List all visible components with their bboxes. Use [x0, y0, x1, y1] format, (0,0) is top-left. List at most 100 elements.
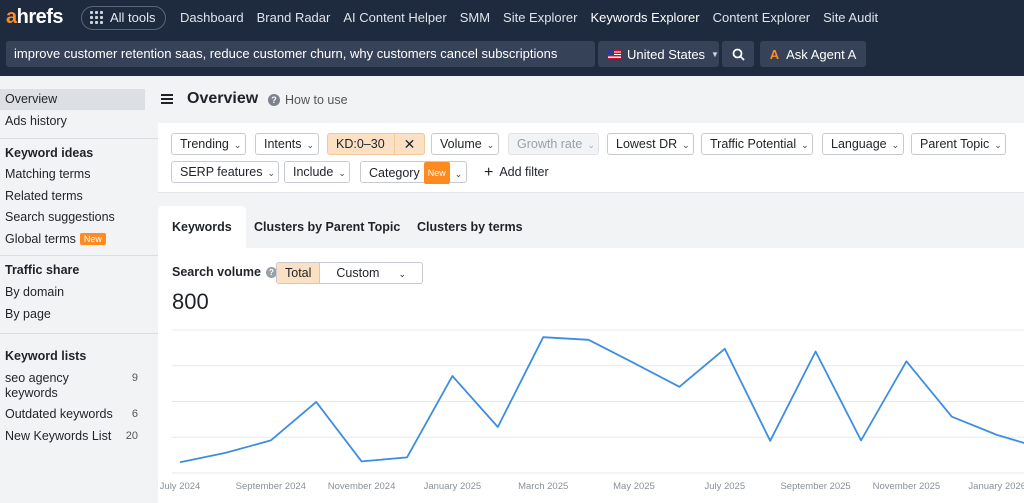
chevron-down-icon: ⌄	[233, 140, 242, 150]
filter-category[interactable]: Category New ⌄	[360, 161, 467, 184]
search-icon	[732, 48, 745, 61]
nav-item-keywords-explorer[interactable]: Keywords Explorer	[584, 10, 706, 25]
filter-serp-features[interactable]: SERP features ⌄	[171, 161, 280, 183]
sidebar-list-item[interactable]: Outdated keywords	[5, 407, 113, 421]
list-count: 20	[125, 430, 138, 442]
tab-clusters-terms[interactable]: Clusters by terms	[403, 206, 537, 248]
chevron-down-icon: ⌄	[398, 269, 407, 279]
filter-language[interactable]: Language ⌄	[822, 133, 904, 155]
filter-growth-rate[interactable]: Growth rate ⌄	[508, 133, 600, 155]
country-select[interactable]: United States ▼	[598, 41, 719, 67]
x-tick-label: March 2025	[518, 481, 568, 492]
sidebar-item-search-suggestions[interactable]: Search suggestions	[5, 210, 115, 224]
chevron-down-icon: ⌄	[891, 140, 900, 150]
chevron-down-icon: ⌄	[454, 169, 463, 179]
total-toggle[interactable]: Total	[277, 263, 320, 283]
tab-keywords[interactable]: Keywords	[158, 206, 246, 248]
search-volume-value: 800	[172, 289, 209, 314]
chevron-down-icon: ⌄	[486, 140, 495, 150]
us-flag-icon	[608, 49, 621, 59]
x-tick-label: November 2024	[328, 481, 396, 492]
add-filter-button[interactable]: + Add filter	[484, 164, 549, 182]
sidebar-divider	[0, 255, 158, 256]
sidebar-item-ads-history[interactable]: Ads history	[5, 114, 67, 128]
search-volume-label: Search volume ?	[172, 265, 277, 279]
x-tick-label: July 2024	[160, 481, 201, 492]
chevron-down-icon: ⌄	[587, 140, 595, 150]
search-bar: improve customer retention saas, reduce …	[0, 35, 1024, 76]
chevron-down-icon: ⌄	[267, 168, 275, 178]
nav-item-site-audit[interactable]: Site Audit	[817, 10, 885, 25]
x-tick-label: July 2025	[704, 481, 745, 492]
sidebar-heading-traffic-share: Traffic share	[5, 263, 80, 277]
chart-series-line[interactable]	[179, 336, 1024, 464]
sidebar-item-matching-terms[interactable]: Matching terms	[5, 167, 90, 181]
sidebar-item-overview[interactable]: Overview	[0, 89, 145, 110]
nav-item-dashboard[interactable]: Dashboard	[174, 10, 251, 25]
list-count: 6	[131, 408, 138, 420]
x-tick-label: September 2025	[780, 481, 850, 492]
overview-panel: July 2024 September 2024 November 2024 Janu…	[158, 248, 1024, 503]
sidebar-heading-keyword-lists: Keyword lists	[5, 349, 87, 363]
ahrefs-logo[interactable]: ahrefs	[6, 6, 68, 29]
x-tick-label: September 2024	[236, 481, 306, 492]
filter-traffic-potential[interactable]: Traffic Potential ⌄	[701, 133, 814, 155]
agent-icon: A	[769, 46, 780, 62]
new-badge: New	[79, 233, 106, 245]
filter-trending[interactable]: Trending ⌄	[171, 133, 246, 155]
nav-item-content-explorer[interactable]: Content Explorer	[706, 10, 817, 25]
page-header: Overview ? How to use	[158, 76, 1024, 123]
filter-volume[interactable]: Volume ⌄	[431, 133, 499, 155]
sidebar-list-item[interactable]: seo agency keywords	[5, 371, 69, 401]
all-tools-button[interactable]: All tools	[81, 5, 166, 30]
list-count: 9	[131, 372, 138, 384]
nav-item-site-explorer[interactable]: Site Explorer	[497, 10, 584, 25]
keywords-input[interactable]: improve customer retention saas, reduce …	[6, 41, 595, 67]
sidebar-divider	[0, 138, 158, 139]
volume-mode-toggle: Total Custom ⌄	[276, 262, 424, 284]
chevron-down-icon: ▼	[711, 49, 719, 59]
x-tick-label: January 2025	[424, 481, 482, 492]
nav-item-brand-radar[interactable]: Brand Radar	[250, 10, 337, 25]
nav-item-ai-content-helper[interactable]: AI Content Helper	[337, 10, 453, 25]
filter-include[interactable]: Include ⌄	[284, 161, 351, 183]
custom-toggle[interactable]: Custom ⌄	[319, 263, 422, 283]
sidebar-divider	[0, 333, 158, 334]
x-tick-label: May 2025	[613, 481, 655, 492]
ask-agent-button[interactable]: A Ask Agent A	[760, 41, 866, 67]
sidebar-item-by-domain[interactable]: By domain	[5, 285, 64, 299]
tabs-bar: Keywords Clusters by Parent Topic Cluste…	[158, 193, 1024, 248]
tab-clusters-parent-topic[interactable]: Clusters by Parent Topic	[240, 206, 414, 248]
top-nav: ahrefs All tools Dashboard Brand Radar AI …	[0, 0, 1024, 35]
nav-item-smm[interactable]: SMM	[453, 10, 496, 25]
filter-intents[interactable]: Intents ⌄	[255, 133, 319, 155]
chevron-down-icon: ⌄	[306, 140, 315, 150]
chevron-down-icon: ⌄	[682, 140, 690, 150]
sidebar-list-item[interactable]: New Keywords List	[5, 429, 111, 443]
chevron-down-icon: ⌄	[338, 168, 346, 178]
chevron-down-icon: ⌄	[801, 140, 809, 150]
sidebar-heading-keyword-ideas: Keyword ideas	[5, 146, 94, 160]
close-icon[interactable]: ✕	[394, 134, 424, 154]
sidebar-item-global-terms[interactable]: Global terms New	[5, 232, 106, 246]
filter-lowest-dr[interactable]: Lowest DR ⌄	[607, 133, 695, 155]
filter-kd[interactable]: KD:0–30 ✕	[327, 133, 425, 155]
x-tick-label: January 2026	[968, 481, 1024, 492]
chevron-down-icon: ⌄	[994, 140, 1002, 150]
sidebar-item-by-page[interactable]: By page	[5, 307, 51, 321]
search-volume-chart: July 2024 September 2024 November 2024 Janu…	[160, 329, 1024, 492]
page-title: Overview	[187, 90, 259, 107]
new-badge: New	[423, 162, 450, 184]
x-tick-label: November 2025	[873, 481, 941, 492]
filters-bar: Trending ⌄ Intents ⌄ KD:0–30 ✕ Volume ⌄ Grow…	[158, 123, 1024, 193]
how-to-use-link[interactable]: ? How to use	[268, 93, 348, 107]
question-icon: ?	[268, 94, 280, 106]
nav-items: Dashboard Brand Radar AI Content Helper SMM…	[174, 10, 885, 25]
menu-icon[interactable]	[161, 94, 173, 104]
sidebar-item-related-terms[interactable]: Related terms	[5, 189, 83, 203]
search-button[interactable]	[722, 41, 754, 67]
plus-icon: +	[484, 164, 494, 181]
filter-parent-topic[interactable]: Parent Topic ⌄	[911, 133, 1007, 155]
grid-icon	[90, 11, 103, 24]
sidebar: Overview Ads history Keyword ideas Match…	[0, 76, 158, 503]
